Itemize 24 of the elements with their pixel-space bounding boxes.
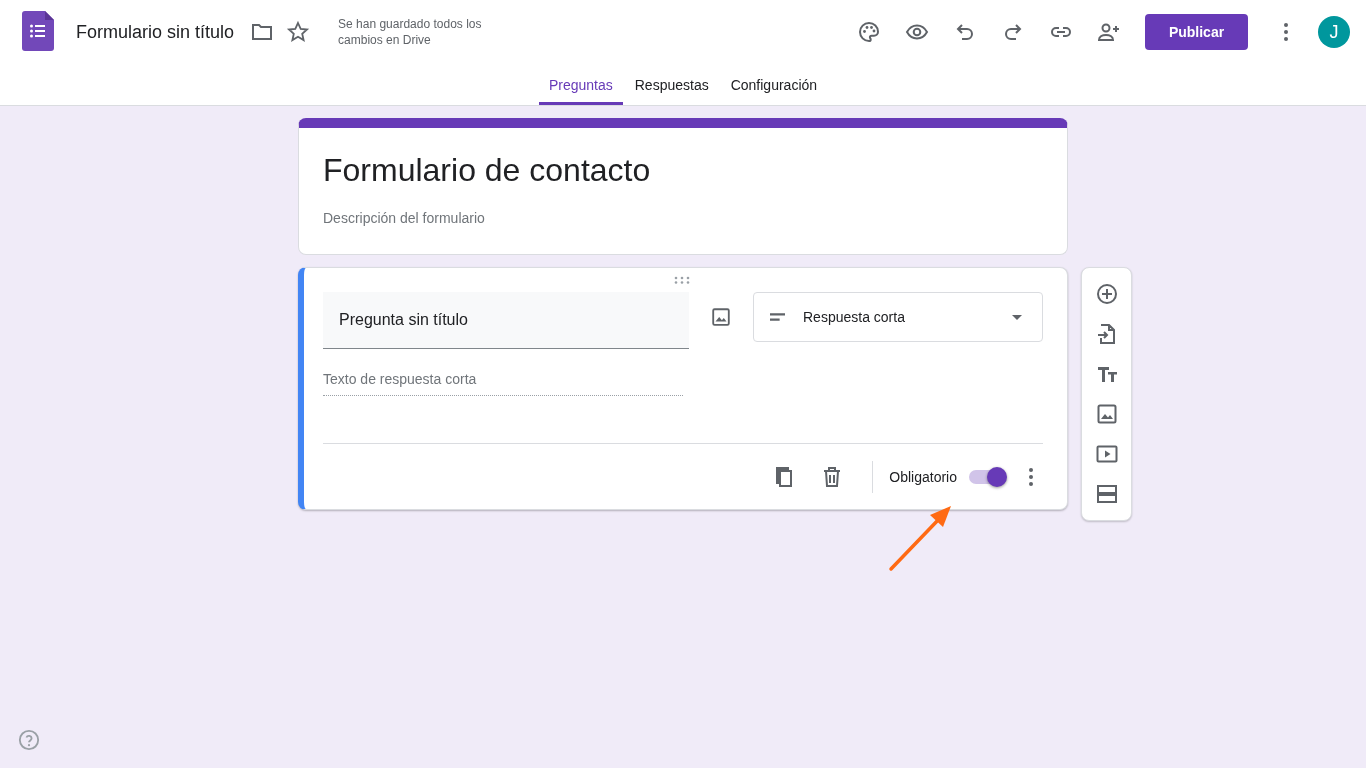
question-title-field[interactable]: Pregunta sin título [323, 292, 689, 349]
save-status: Se han guardado todos los cambios en Drive [338, 16, 483, 48]
image-icon[interactable] [710, 306, 732, 328]
user-avatar[interactable]: J [1318, 16, 1350, 48]
caret-icon [1012, 314, 1022, 320]
form-title[interactable]: Formulario sin título [76, 21, 235, 43]
annotation-arrow [886, 504, 954, 574]
required-label: Obligatorio [889, 468, 957, 485]
description-field[interactable]: Descripción del formulario [323, 210, 1043, 226]
form-heading[interactable]: Formulario de contacto [323, 150, 1043, 190]
tab[interactable]: Respuestas [624, 64, 719, 105]
tab[interactable]: Preguntas [538, 64, 623, 105]
section-icon[interactable] [1094, 482, 1119, 506]
tab[interactable]: Configuración [720, 64, 828, 105]
required-switch[interactable] [969, 469, 1005, 484]
add-question-icon[interactable] [1094, 282, 1119, 306]
publish-button[interactable]: Publicar [1145, 14, 1248, 50]
forms-logo-icon[interactable] [22, 11, 54, 51]
drag-handle-icon[interactable] [673, 276, 690, 284]
palette-icon[interactable] [857, 20, 881, 44]
question-type-dropdown[interactable]: Respuesta corta [753, 292, 1043, 342]
short-answer-field: Texto de respuesta corta [323, 371, 683, 396]
short-answer-icon [770, 313, 785, 321]
star-icon[interactable] [286, 20, 311, 44]
